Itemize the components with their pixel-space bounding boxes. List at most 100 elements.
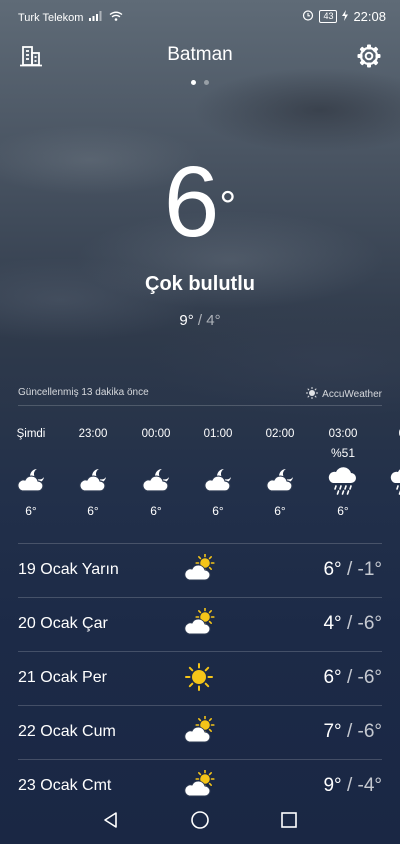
updated-text: Güncellenmiş 13 dakika önce <box>18 387 149 398</box>
day-high: 6° <box>323 667 342 688</box>
temp-separator: / <box>346 775 353 796</box>
rain-cloud-icon <box>315 464 371 498</box>
current-temperature: 6° <box>0 152 400 252</box>
hourly-item: 00:00 6° <box>128 428 184 518</box>
hour-temp: 6° <box>212 504 224 518</box>
day-low: -6° <box>357 667 383 688</box>
partly-cloudy-night-icon <box>190 464 246 498</box>
carrier-label: Turk Telekom <box>18 11 84 24</box>
hour-time: 01:00 <box>203 428 233 440</box>
day-high: 4° <box>323 613 342 634</box>
day-temps: 6° / -6° <box>323 667 382 689</box>
partly-cloudy-day-icon <box>184 715 216 746</box>
system-nav-bar <box>0 798 400 844</box>
day-temps: 9° / -4° <box>323 775 382 797</box>
top-bar: Batman <box>0 40 400 74</box>
hourly-item: 04% <box>377 428 400 504</box>
precip-chance <box>190 446 246 464</box>
day-low: -1° <box>357 559 383 580</box>
hour-temp: 6° <box>274 504 286 518</box>
precip-chance <box>128 446 184 464</box>
daily-forecast: 19 Ocak Yarın 6° / -1° 20 Ocak Çar 4° / -6°… <box>18 544 382 813</box>
hour-time: 03:00 <box>328 428 358 440</box>
settings-gear-icon[interactable] <box>353 40 385 72</box>
day-temps: 4° / -6° <box>323 613 382 635</box>
day-label: 23 Ocak Cmt <box>18 777 112 794</box>
day-label: 20 Ocak Çar <box>18 615 108 632</box>
update-info-row: Güncellenmiş 13 dakika önce AccuWeather <box>18 387 382 405</box>
wifi-icon <box>109 11 123 24</box>
divider <box>18 405 382 406</box>
precip-chance <box>65 446 121 464</box>
today-low: 4° <box>206 312 221 329</box>
hour-temp: 6° <box>150 504 162 518</box>
hour-temp: 6° <box>87 504 99 518</box>
accuweather-link[interactable]: AccuWeather <box>306 387 382 402</box>
temp-separator: / <box>346 721 353 742</box>
precip-chance: %51 <box>330 446 356 460</box>
hour-time: 00:00 <box>141 428 171 440</box>
sunny-icon <box>184 662 216 692</box>
hour-time: 04 <box>377 428 400 444</box>
page-indicator <box>0 80 400 85</box>
day-low: -4° <box>357 775 383 796</box>
day-label: 22 Ocak Cum <box>18 723 116 740</box>
day-temps: 7° / -6° <box>323 721 382 743</box>
partly-cloudy-day-icon <box>184 607 216 638</box>
day-low: -6° <box>357 613 383 634</box>
clock-time: 22:08 <box>353 9 386 24</box>
partly-cloudy-night-icon <box>65 464 121 498</box>
current-condition: Çok bulutlu <box>145 273 255 295</box>
day-temps: 6° / -1° <box>323 559 382 581</box>
partly-cloudy-night-icon <box>128 464 184 498</box>
alarm-icon <box>302 9 314 24</box>
daily-row[interactable]: 19 Ocak Yarın 6° / -1° <box>18 544 382 598</box>
hour-temp: 6° <box>337 504 349 518</box>
precip-chance <box>252 446 308 464</box>
signal-icon <box>89 11 103 24</box>
recent-apps-icon[interactable] <box>277 808 301 832</box>
temp-separator: / <box>346 613 353 634</box>
back-icon[interactable] <box>99 808 123 832</box>
battery-indicator: 43 <box>319 10 338 23</box>
rain-cloud-icon <box>377 464 400 498</box>
current-temp-value: 6 <box>163 146 220 258</box>
daily-row[interactable]: 22 Ocak Cum 7° / -6° <box>18 706 382 760</box>
hour-temp: 6° <box>25 504 37 518</box>
hour-time: 23:00 <box>78 428 108 440</box>
precip-chance <box>3 446 59 464</box>
page-dot <box>204 80 209 85</box>
precip-chance: % <box>377 446 400 464</box>
hourly-item: 02:00 6° <box>252 428 308 518</box>
partly-cloudy-day-icon <box>184 769 216 800</box>
today-high: 9° <box>179 312 194 329</box>
status-bar: Turk Telekom 43 22:08 <box>0 0 400 34</box>
high-low-temps: 9° / 4° <box>0 312 400 329</box>
city-title: Batman <box>167 44 233 65</box>
daily-row[interactable]: 21 Ocak Per 6° / -6° <box>18 652 382 706</box>
hourly-forecast[interactable]: Şimdi 6° 23:00 6° 00:00 6° 01:00 6° 02:00 6° 03:00… <box>0 428 400 528</box>
day-high: 9° <box>323 775 342 796</box>
day-label: 19 Ocak Yarın <box>18 561 119 578</box>
day-high: 7° <box>323 721 342 742</box>
hour-time: Şimdi <box>16 428 46 440</box>
hourly-item: 23:00 6° <box>65 428 121 518</box>
page-dot-active <box>191 80 196 85</box>
temp-separator: / <box>346 559 353 580</box>
day-low: -6° <box>357 721 383 742</box>
accuweather-logo-icon <box>306 387 319 402</box>
degree-symbol: ° <box>219 182 237 229</box>
day-high: 6° <box>323 559 342 580</box>
hour-time: 02:00 <box>265 428 295 440</box>
partly-cloudy-night-icon <box>3 464 59 498</box>
temp-separator: / <box>197 312 203 329</box>
daily-row[interactable]: 20 Ocak Çar 4° / -6° <box>18 598 382 652</box>
temp-separator: / <box>346 667 353 688</box>
hourly-item: 01:00 6° <box>190 428 246 518</box>
day-label: 21 Ocak Per <box>18 669 107 686</box>
home-icon[interactable] <box>188 808 212 832</box>
charging-icon <box>342 9 349 24</box>
hourly-item: Şimdi 6° <box>3 428 59 518</box>
partly-cloudy-day-icon <box>184 553 216 584</box>
partly-cloudy-night-icon <box>252 464 308 498</box>
